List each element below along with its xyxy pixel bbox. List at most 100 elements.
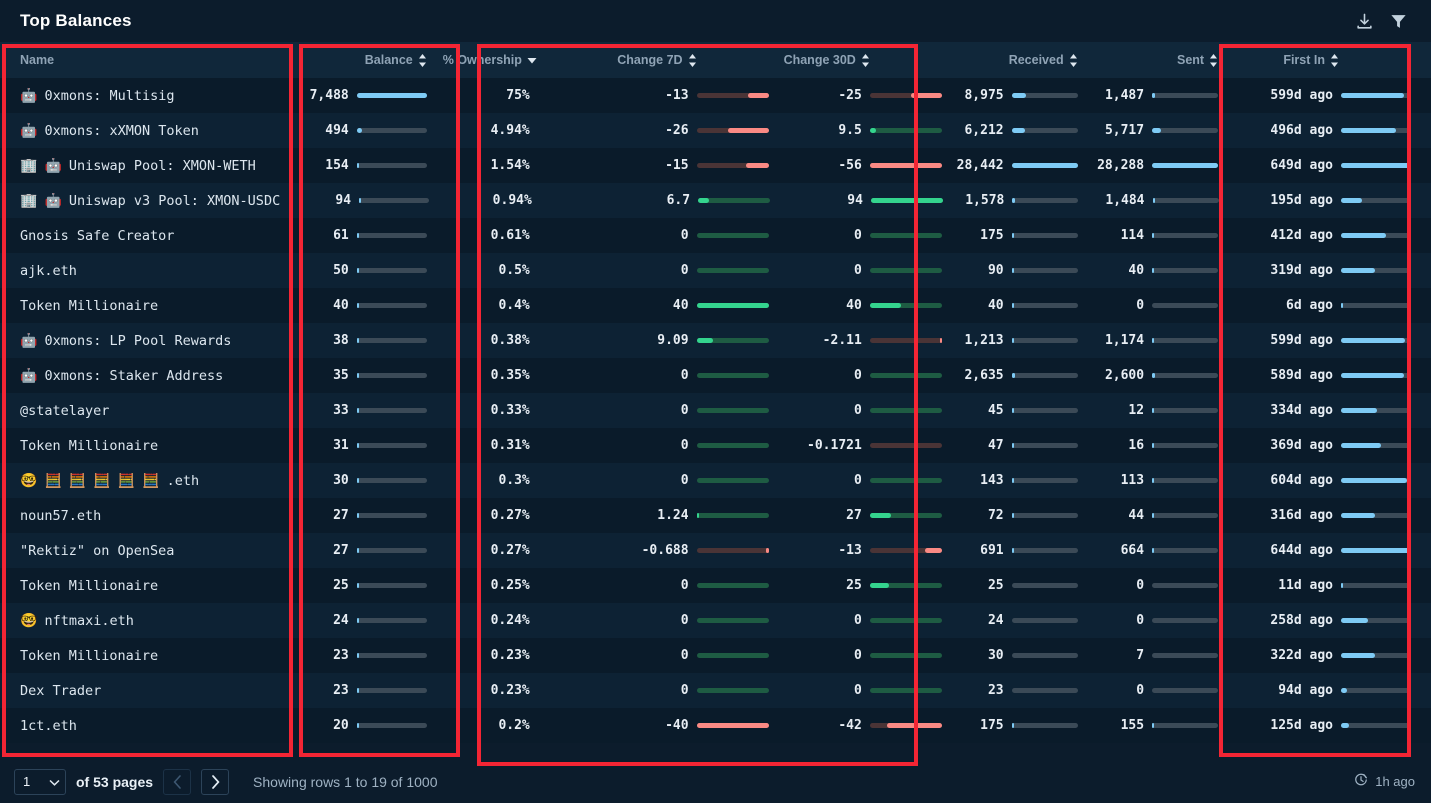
value-bar [697, 163, 769, 168]
table-row[interactable]: Token Millionaire400.4%40404006d ago [0, 288, 1431, 323]
column-header-sent[interactable]: Sent [1088, 42, 1228, 78]
column-header-change-30d[interactable]: Change 30D [779, 42, 952, 78]
value-bar [1341, 408, 1411, 413]
value-bar [357, 443, 427, 448]
value-bar-fill [1152, 93, 1155, 98]
change-30d-cell: 0 [779, 263, 952, 278]
filter-icon[interactable] [1381, 6, 1415, 36]
value-bar [697, 128, 769, 133]
value-bar [697, 583, 769, 588]
column-header-received[interactable]: Received [952, 42, 1088, 78]
table-row[interactable]: 🤖0xmons: LP Pool Rewards380.38%9.09-2.11… [0, 323, 1431, 358]
change-7d-cell-value: 9.09 [657, 333, 688, 348]
table-row[interactable]: noun57.eth270.27%1.24277244316d ago [0, 498, 1431, 533]
change-30d-cell-value: 0 [854, 228, 862, 243]
ownership-cell-value: 75% [506, 88, 529, 103]
column-header-change-7d[interactable]: Change 7D [540, 42, 779, 78]
download-icon[interactable] [1347, 6, 1381, 36]
column-header-first-in[interactable]: First In [1228, 42, 1421, 78]
table-row[interactable]: 🤖0xmons: Staker Address350.35%002,6352,6… [0, 358, 1431, 393]
table-row[interactable]: Token Millionaire250.25%02525011d ago [0, 568, 1431, 603]
value-bar-fill [357, 233, 359, 238]
name-label: ajk.eth [20, 263, 77, 279]
table-row[interactable]: 🏢🤖Uniswap v3 Pool: XMON-USDC940.94%6.794… [0, 183, 1431, 218]
column-header-balance[interactable]: Balance [278, 42, 437, 78]
value-bar [357, 128, 427, 133]
value-bar [1152, 513, 1218, 518]
column-header-name[interactable]: Name [20, 42, 278, 78]
next-page-button[interactable] [201, 769, 229, 795]
change-30d-cell-value: 0 [854, 263, 862, 278]
received-cell-value: 28,442 [957, 158, 1004, 173]
balance-cell-value: 154 [325, 158, 348, 173]
received-cell: 24 [952, 613, 1088, 628]
value-bar [1152, 688, 1218, 693]
value-bar [697, 688, 769, 693]
table-row[interactable]: 🤓🧮🧮🧮🧮🧮.eth300.3%00143113604d ago [0, 463, 1431, 498]
ownership-cell-value: 0.23% [491, 648, 530, 663]
ownership-cell: 0.38% [437, 333, 540, 348]
ownership-cell-value: 1.54% [491, 158, 530, 173]
first-in-cell: 195d ago [1229, 193, 1421, 208]
value-bar-fill [871, 198, 943, 203]
table-row[interactable]: @statelayer330.33%004512334d ago [0, 393, 1431, 428]
table-row[interactable]: Token Millionaire310.31%0-0.17214716369d… [0, 428, 1431, 463]
change-30d-cell-value: 0 [854, 613, 862, 628]
table-row[interactable]: 1ct.eth200.2%-40-42175155125d ago [0, 708, 1431, 743]
value-bar-fill [357, 688, 359, 693]
balance-cell-value: 31 [333, 438, 349, 453]
ownership-cell: 0.94% [439, 193, 542, 208]
value-bar-fill [1153, 198, 1156, 203]
sent-cell: 113 [1088, 473, 1228, 488]
panel-header: Top Balances [0, 0, 1431, 42]
value-bar-fill [357, 583, 359, 588]
balance-cell: 7,488 [278, 88, 437, 103]
sent-cell: 12 [1088, 403, 1228, 418]
abacus-icon: 🧮 [44, 474, 61, 488]
table-row[interactable]: 🤓nftmaxi.eth240.24%00240258d ago [0, 603, 1431, 638]
value-bar [697, 303, 769, 308]
balance-cell: 25 [278, 578, 437, 593]
value-bar [697, 233, 769, 238]
value-bar [1012, 583, 1078, 588]
ownership-cell: 0.33% [437, 403, 540, 418]
table-row[interactable]: Dex Trader230.23%0023094d ago [0, 673, 1431, 708]
first-in-cell: 6d ago [1228, 298, 1421, 313]
table-row[interactable]: ajk.eth500.5%009040319d ago [0, 253, 1431, 288]
table-row[interactable]: 🏢🤖Uniswap Pool: XMON-WETH1541.54%-15-562… [0, 148, 1431, 183]
table-row[interactable]: 🤖0xmons: xXMON Token4944.94%-269.56,2125… [0, 113, 1431, 148]
value-bar-fill [1152, 513, 1154, 518]
value-bar-fill [357, 723, 359, 728]
change-7d-cell-value: -40 [665, 718, 688, 733]
name-cell: "Rektiz" on OpenSea [20, 543, 278, 559]
change-7d-cell-value: 0 [681, 438, 689, 453]
table-row[interactable]: 🤖0xmons: Multisig7,48875%-13-258,9751,48… [0, 78, 1431, 113]
table-row[interactable]: Token Millionaire230.23%00307322d ago [0, 638, 1431, 673]
column-header-ownership[interactable]: % Ownership [437, 42, 540, 78]
change-30d-cell: 0 [779, 403, 952, 418]
table-row[interactable]: "Rektiz" on OpenSea270.27%-0.688-1369166… [0, 533, 1431, 568]
value-bar-fill [1341, 408, 1377, 413]
received-cell: 143 [952, 473, 1088, 488]
value-bar-fill [1012, 513, 1014, 518]
previous-page-button[interactable] [163, 769, 191, 795]
value-bar [697, 653, 769, 658]
change-7d-cell-value: 6.7 [667, 193, 690, 208]
table-row[interactable]: Gnosis Safe Creator610.61%00175114412d a… [0, 218, 1431, 253]
value-bar [357, 163, 427, 168]
sent-cell: 114 [1088, 228, 1228, 243]
change-7d-cell: 0 [540, 438, 779, 453]
change-7d-cell: 0 [540, 368, 779, 383]
received-cell: 8,975 [952, 88, 1088, 103]
first-in-cell: 369d ago [1228, 438, 1421, 453]
value-bar [1152, 93, 1218, 98]
page-number-select[interactable]: 1 [14, 769, 66, 795]
value-bar [1152, 163, 1218, 168]
received-cell: 23 [952, 683, 1088, 698]
change-7d-cell-value: 0 [681, 648, 689, 663]
table-body: 🤖0xmons: Multisig7,48875%-13-258,9751,48… [0, 78, 1431, 743]
showing-rows-label: Showing rows 1 to 19 of 1000 [253, 774, 437, 790]
received-cell-value: 2,635 [964, 368, 1003, 383]
ownership-cell-value: 0.5% [498, 263, 529, 278]
ownership-cell: 0.27% [437, 543, 540, 558]
